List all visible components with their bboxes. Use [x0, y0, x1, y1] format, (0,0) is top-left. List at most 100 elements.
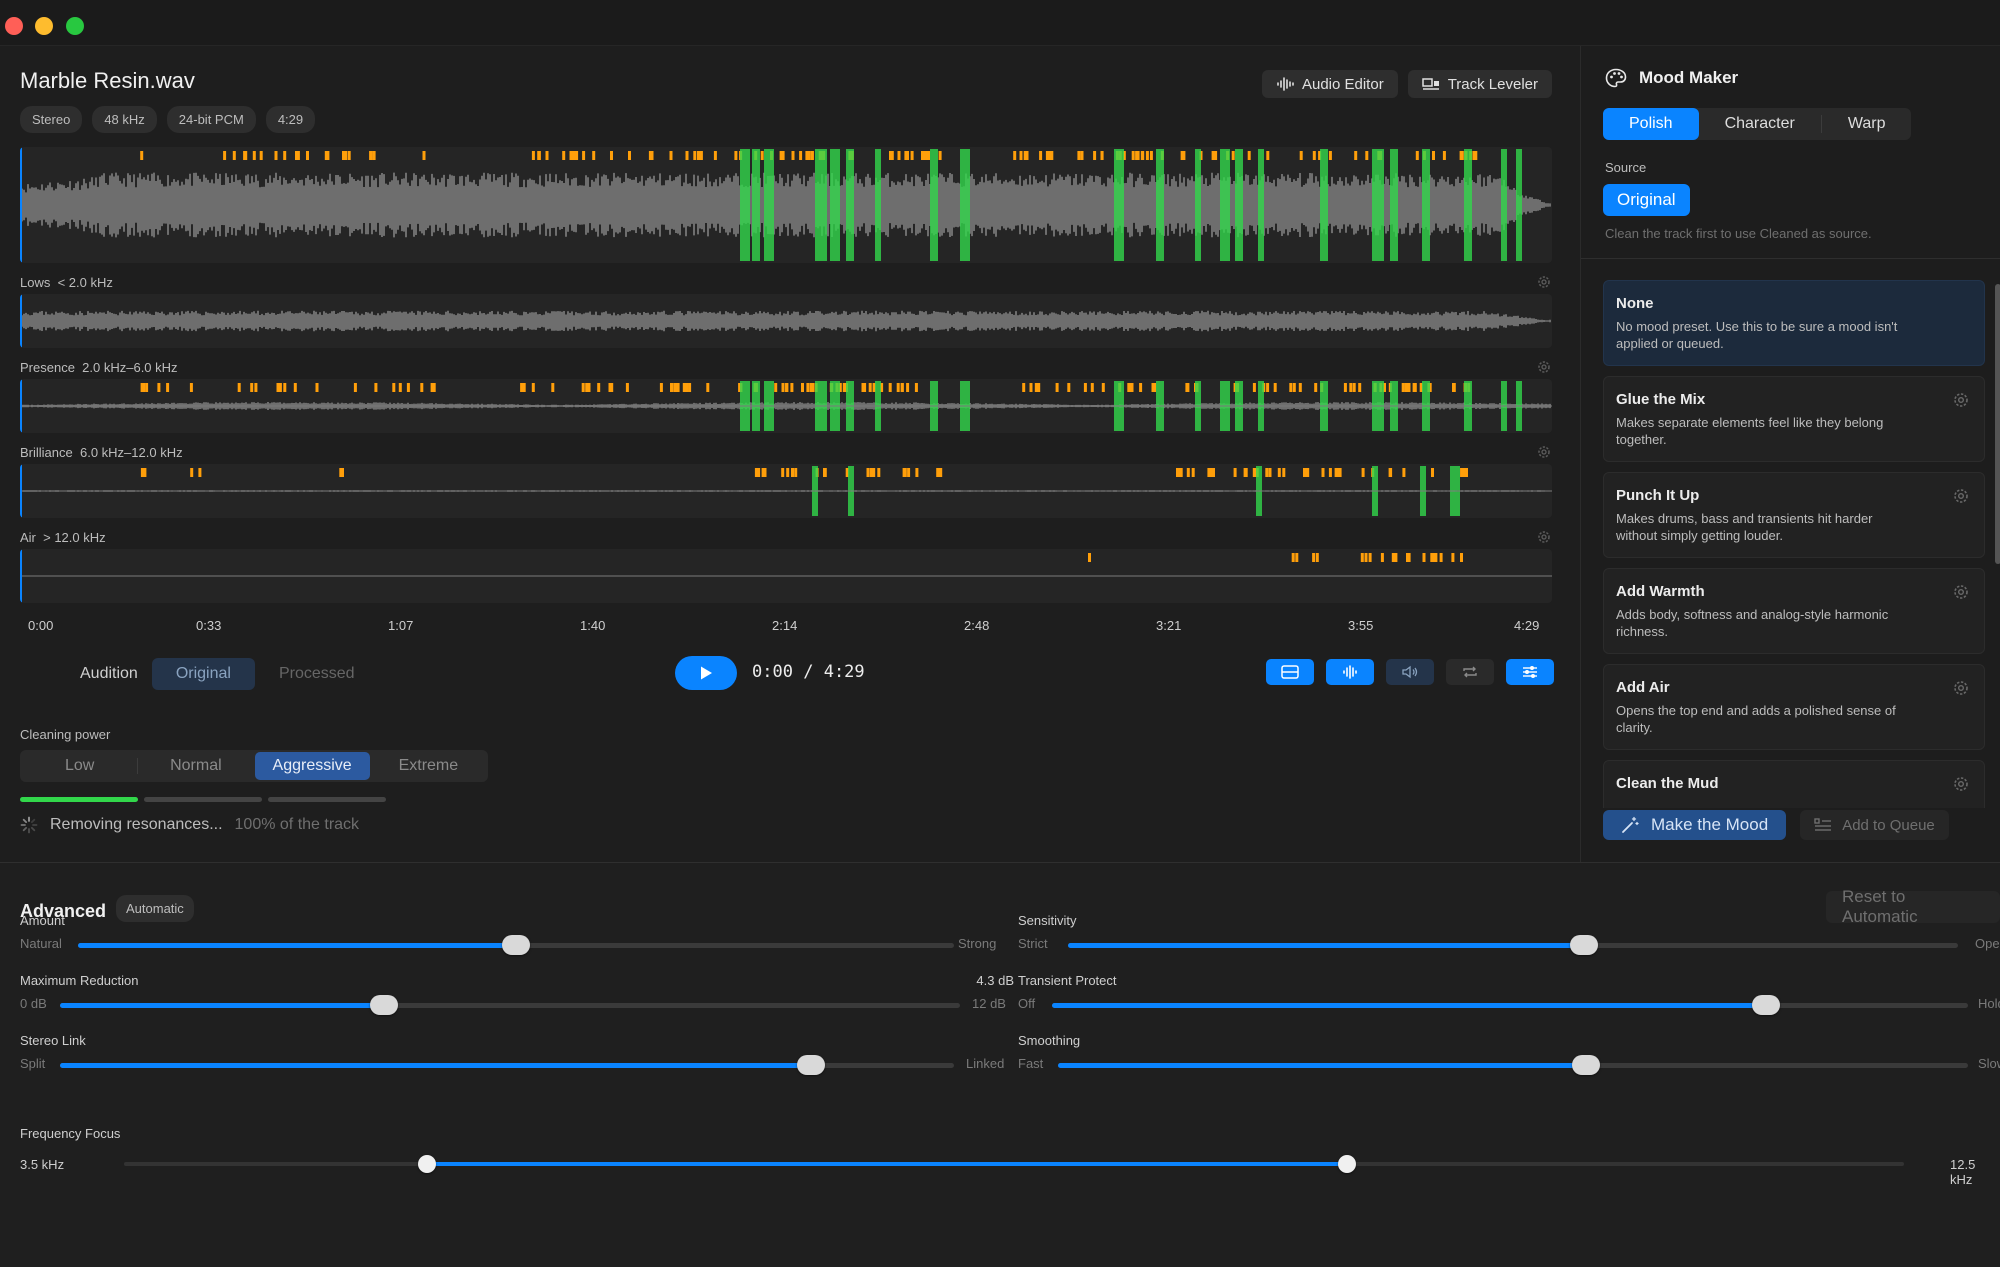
- orange-marker: [868, 383, 872, 392]
- mood-preset-glue-the-mix[interactable]: Glue the Mix Makes separate elements fee…: [1603, 376, 1985, 462]
- orange-marker: [1268, 468, 1272, 477]
- gear-icon[interactable]: [1952, 679, 1970, 697]
- add-to-queue-button[interactable]: Add to Queue: [1800, 810, 1949, 840]
- sensitivity-label: Sensitivity: [1018, 913, 1077, 928]
- green-marker: [1156, 149, 1164, 261]
- cleaning-aggressive[interactable]: Aggressive: [254, 752, 370, 780]
- mood-preset-add-warmth[interactable]: Add Warmth Adds body, softness and analo…: [1603, 568, 1985, 654]
- gear-icon[interactable]: [1952, 775, 1970, 793]
- cleaning-low[interactable]: Low: [22, 752, 137, 780]
- smoothing-slider[interactable]: [1058, 1055, 1968, 1075]
- orange-marker: [537, 151, 541, 160]
- band-range: 6.0 kHz–12.0 kHz: [79, 445, 183, 460]
- transient-max-label: Hold: [1978, 996, 2000, 1011]
- presence-waveform[interactable]: [20, 379, 1552, 433]
- amount-slider-knob[interactable]: [502, 935, 530, 955]
- transient-slider[interactable]: [1052, 995, 1968, 1015]
- track-leveler-button[interactable]: Track Leveler: [1407, 70, 1552, 98]
- layout-toggle-button[interactable]: [1266, 659, 1314, 685]
- orange-marker: [1191, 468, 1195, 477]
- max-reduction-slider-knob[interactable]: [370, 995, 398, 1015]
- orange-marker: [1389, 468, 1393, 477]
- orange-marker: [1439, 553, 1443, 562]
- audition-original[interactable]: Original: [151, 658, 255, 690]
- orange-marker: [1129, 383, 1133, 392]
- full-mix-waveform[interactable]: [20, 147, 1552, 263]
- stereo-link-slider-knob[interactable]: [796, 1055, 825, 1075]
- sensitivity-slider[interactable]: [1068, 935, 1958, 955]
- make-the-mood-button[interactable]: Make the Mood: [1603, 810, 1787, 840]
- mood-preset-none[interactable]: None No mood preset. Use this to be sure…: [1603, 280, 1985, 366]
- orange-marker: [259, 151, 263, 160]
- source-original-button[interactable]: Original: [1603, 184, 1690, 216]
- tab-character[interactable]: Character: [1699, 108, 1821, 140]
- audition-processed[interactable]: Processed: [255, 658, 379, 690]
- cleaning-progress: [20, 797, 386, 802]
- orange-marker: [1090, 383, 1094, 392]
- speaker-toggle-button[interactable]: [1386, 659, 1434, 685]
- playhead: [20, 379, 22, 433]
- orange-marker: [1365, 151, 1369, 160]
- band-label-air: Air > 12.0 kHz: [20, 530, 106, 545]
- orange-marker: [1244, 468, 1248, 477]
- orange-marker: [774, 383, 778, 392]
- audio-editor-button[interactable]: Audio Editor: [1261, 70, 1398, 98]
- minimize-window-button[interactable]: [35, 17, 53, 35]
- orange-marker: [781, 383, 785, 392]
- cleaning-normal[interactable]: Normal: [138, 752, 253, 780]
- cleaning-extreme[interactable]: Extreme: [371, 752, 486, 780]
- sliders-toggle-button[interactable]: [1506, 659, 1554, 685]
- orange-marker: [522, 383, 526, 392]
- loop-toggle-button[interactable]: [1446, 659, 1494, 685]
- mood-preset-punch-it-up[interactable]: Punch It Up Makes drums, bass and transi…: [1603, 472, 1985, 558]
- reset-to-automatic-button[interactable]: Reset to Automatic: [1826, 887, 2000, 926]
- audition-label: Audition: [80, 665, 138, 682]
- close-window-button[interactable]: [5, 17, 23, 35]
- air-waveform[interactable]: [20, 549, 1552, 603]
- mood-title: Glue the Mix: [1616, 391, 1706, 408]
- max-reduction-slider[interactable]: [60, 995, 960, 1015]
- amount-slider[interactable]: [78, 935, 954, 955]
- orange-marker: [1380, 553, 1384, 562]
- gear-icon[interactable]: [1536, 444, 1552, 460]
- time-tick: 3:55: [1348, 618, 1374, 633]
- frequency-focus-range-slider[interactable]: [124, 1155, 1904, 1173]
- sensitivity-slider-knob[interactable]: [1570, 935, 1599, 955]
- chip-bit-depth: 24-bit PCM: [166, 106, 256, 133]
- brilliance-waveform[interactable]: [20, 464, 1552, 518]
- mood-preset-clean-the-mud[interactable]: Clean the Mud: [1603, 760, 1985, 808]
- zoom-window-button[interactable]: [66, 17, 84, 35]
- time-tick: 2:14: [772, 618, 798, 633]
- orange-marker: [791, 151, 795, 160]
- gear-icon[interactable]: [1952, 391, 1970, 409]
- smoothing-slider-knob[interactable]: [1571, 1055, 1600, 1075]
- queue-icon: [1814, 818, 1832, 831]
- mood-title: Clean the Mud: [1616, 775, 1719, 792]
- orange-marker: [339, 468, 343, 477]
- waveform-toggle-button[interactable]: [1326, 659, 1374, 685]
- green-marker: [1501, 149, 1507, 261]
- frequency-focus-high-handle[interactable]: [1337, 1155, 1356, 1173]
- mood-list-scrollbar[interactable]: [1995, 284, 2000, 564]
- orange-marker: [1465, 468, 1468, 477]
- orange-marker: [306, 151, 309, 160]
- lows-waveform[interactable]: [20, 294, 1552, 348]
- gear-icon[interactable]: [1952, 487, 1970, 505]
- gear-icon[interactable]: [1952, 583, 1970, 601]
- mood-preset-add-air[interactable]: Add Air Opens the top end and adds a pol…: [1603, 664, 1985, 750]
- gear-icon[interactable]: [1536, 274, 1552, 290]
- orange-marker: [592, 151, 596, 160]
- gear-icon[interactable]: [1536, 359, 1552, 375]
- tab-polish[interactable]: Polish: [1603, 108, 1699, 140]
- gear-icon[interactable]: [1536, 529, 1552, 545]
- orange-marker: [581, 383, 585, 392]
- transient-slider-knob[interactable]: [1752, 995, 1781, 1015]
- frequency-focus-low-handle[interactable]: [417, 1155, 436, 1173]
- orange-marker: [1402, 468, 1406, 477]
- tab-warp[interactable]: Warp: [1822, 108, 1912, 140]
- band-range: < 2.0 kHz: [57, 275, 113, 290]
- orange-marker: [823, 468, 827, 477]
- play-button[interactable]: [675, 656, 737, 690]
- orange-marker: [198, 468, 202, 477]
- stereo-link-slider[interactable]: [60, 1055, 954, 1075]
